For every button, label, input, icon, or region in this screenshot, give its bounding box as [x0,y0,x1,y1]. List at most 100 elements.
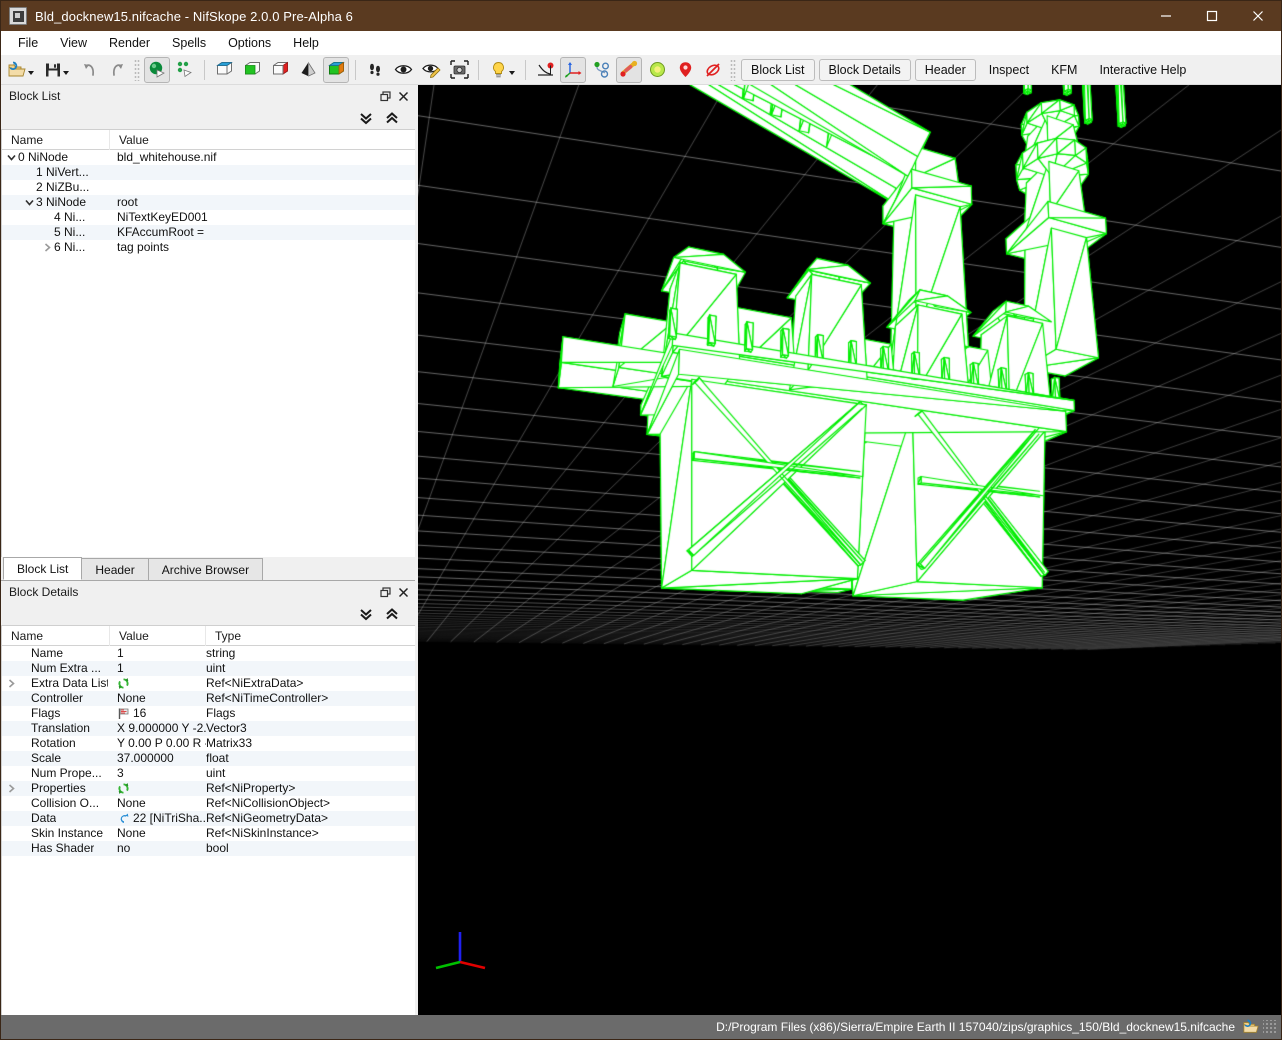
close-icon[interactable] [395,584,411,600]
block-list-row[interactable]: 2 NiZBu... [2,180,415,195]
redo-button[interactable] [104,57,130,83]
block-list-row[interactable]: 6 Ni... tag points [2,240,415,255]
block-list-row[interactable]: 4 Ni... NiTextKeyED001 [2,210,415,225]
menu-options[interactable]: Options [217,33,282,53]
block-details-row[interactable]: Extra Data List Ref<NiExtraData> [2,676,415,691]
panel-button-interactive-help[interactable]: Interactive Help [1090,59,1195,81]
block-details-row-value[interactable] [110,781,206,796]
block-details-row-value[interactable] [110,676,206,691]
block-list-row[interactable]: 1 NiVert... [2,165,415,180]
open-folder-icon[interactable] [1243,1019,1259,1035]
block-list-row[interactable]: 5 Ni... KFAccumRoot = [2,225,415,240]
hide-shape-button[interactable] [700,57,726,83]
chevron-double-down-icon[interactable] [353,604,379,624]
render-viewport[interactable] [418,85,1281,1015]
minimize-button[interactable] [1143,1,1189,31]
block-details-row[interactable]: Translation X 9.000000 Y -2....Vector3 [2,721,415,736]
block-details-row-value[interactable]: 3 [110,766,206,781]
draw-furniture-button[interactable] [672,57,698,83]
lighting-button[interactable] [485,57,519,83]
block-details-row-value[interactable]: 37.000000 [110,751,206,766]
resize-grip[interactable] [1263,1020,1277,1034]
toolbar-grip[interactable] [134,58,140,81]
block-details-row-value[interactable]: None [110,826,206,841]
block-details-row-value[interactable]: 16 [110,706,206,721]
menu-render[interactable]: Render [98,33,161,53]
menu-view[interactable]: View [49,33,98,53]
edit-visibility-button[interactable] [418,57,444,83]
tab-archive-browser[interactable]: Archive Browser [147,558,264,580]
block-details-row[interactable]: Data 22 [NiTriSha... Ref<NiGeometryData> [2,811,415,826]
draw-constraints-button[interactable] [644,57,670,83]
twisty-closed-icon[interactable] [41,242,54,253]
twisty-open-icon[interactable] [5,152,18,163]
block-details-row-value[interactable]: 1 [110,661,206,676]
maximize-button[interactable] [1189,1,1235,31]
draw-nodes-button[interactable] [588,57,614,83]
block-details-row[interactable]: Controller None Ref<NiTimeController> [2,691,415,706]
perspective-view-button[interactable] [323,56,349,83]
toolbar-grip-2[interactable] [730,58,736,81]
chevron-double-up-icon[interactable] [379,604,405,624]
block-list-row[interactable]: 3 NiNode root [2,195,415,210]
undo-button[interactable] [76,57,102,83]
lighting-dropdown-arrow[interactable] [508,70,515,75]
block-details-row[interactable]: Name 1 string [2,646,415,661]
restore-icon[interactable] [377,88,393,104]
block-details-row[interactable]: Num Extra ... 1 uint [2,661,415,676]
panel-button-kfm[interactable]: KFM [1042,59,1086,81]
twisty-open-icon[interactable] [23,197,36,208]
block-details-row[interactable]: Scale 37.000000 float [2,751,415,766]
front-view-button[interactable] [211,57,237,83]
save-file-button[interactable] [40,57,74,83]
restore-icon[interactable] [377,584,393,600]
show-hidden-eye-button[interactable] [390,57,416,83]
save-file-dropdown-arrow[interactable] [63,70,69,75]
block-details-row-value[interactable]: 22 [NiTriSha... [110,811,206,826]
menu-file[interactable]: File [7,33,49,53]
panel-button-block-details[interactable]: Block Details [818,58,911,81]
render-sphere-button[interactable] [144,56,170,83]
twisty-closed-icon[interactable] [5,678,18,689]
panel-button-block-list[interactable]: Block List [741,58,815,81]
draw-markers-button[interactable] [532,57,558,83]
block-details-row[interactable]: Rotation Y 0.00 P 0.00 R -...Matrix33 [2,736,415,751]
column-header-name[interactable]: Name [2,626,110,646]
block-details-row-value[interactable]: X 9.000000 Y -2.... [110,721,206,736]
block-details-row-value[interactable]: None [110,796,206,811]
draw-havok-bone-button[interactable] [616,56,642,83]
tab-block-list[interactable]: Block List [3,557,83,580]
block-details-row-value[interactable]: Y 0.00 P 0.00 R -... [110,736,206,751]
chevron-double-down-icon[interactable] [353,108,379,128]
block-details-row[interactable]: Flags 16 Flags [2,706,415,721]
block-list-tree[interactable]: Name Value 0 NiNode bld_whitehouse.nif 1 N… [1,129,415,557]
column-header-value[interactable]: Value [110,130,415,150]
flip-view-button[interactable] [295,57,321,83]
menu-spells[interactable]: Spells [161,33,217,53]
column-header-value[interactable]: Value [110,626,206,646]
gl-canvas[interactable] [418,85,1281,1015]
top-view-button[interactable] [239,57,265,83]
animate-walk-button[interactable] [362,57,388,83]
chevron-double-up-icon[interactable] [379,108,405,128]
panel-button-header[interactable]: Header [914,58,976,81]
panel-button-inspect[interactable]: Inspect [980,59,1038,81]
draw-axes-button[interactable] [560,56,586,83]
block-details-row-value[interactable]: 1 [110,646,206,661]
block-list-row[interactable]: 0 NiNode bld_whitehouse.nif [2,150,415,165]
tab-header[interactable]: Header [81,558,149,580]
open-file-button[interactable] [4,57,38,83]
close-icon[interactable] [395,88,411,104]
block-details-row[interactable]: Num Prope... 3 uint [2,766,415,781]
side-view-button[interactable] [267,57,293,83]
screenshot-button[interactable] [446,57,472,83]
block-details-row[interactable]: Collision O... None Ref<NiCollisionObject> [2,796,415,811]
block-details-row-value[interactable]: no [110,841,206,856]
column-header-type[interactable]: Type [206,626,415,646]
menu-help[interactable]: Help [282,33,330,53]
open-file-dropdown-arrow[interactable] [28,70,34,75]
block-details-row-value[interactable]: None [110,691,206,706]
twisty-closed-icon[interactable] [5,783,18,794]
column-header-name[interactable]: Name [2,130,110,150]
block-details-row[interactable]: Has Shader no bool [2,841,415,856]
